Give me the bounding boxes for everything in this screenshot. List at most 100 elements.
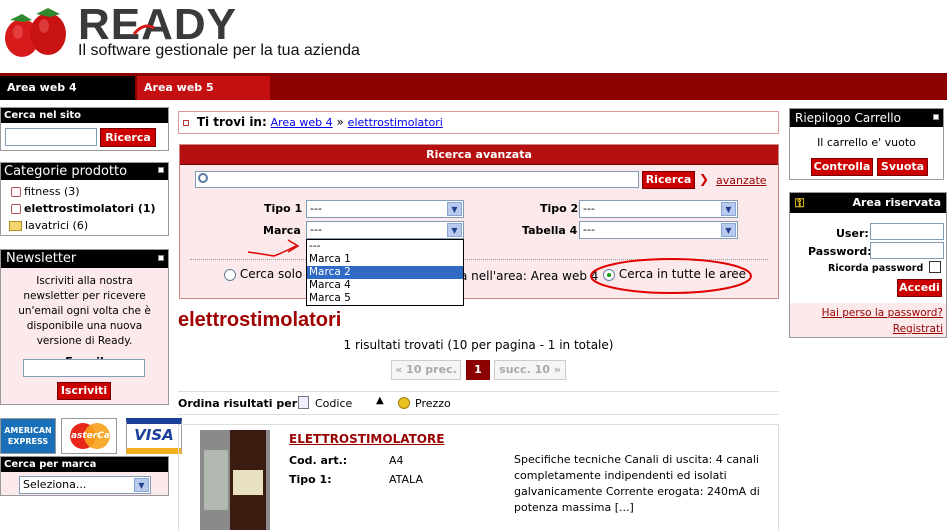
tipo1-select[interactable]: --- ▼ [306, 200, 464, 218]
site-search-button[interactable]: Ricerca [100, 128, 156, 147]
remember-password-label: Ricorda password [828, 263, 924, 274]
search-icon [198, 173, 208, 183]
product-name-link[interactable]: ELETTROSTIMOLATORE [289, 432, 444, 446]
collapse-icon[interactable] [158, 167, 164, 173]
product-type-value: ATALA [389, 473, 423, 486]
category-item-elettrostimolatori[interactable]: elettrostimolatori (1) [11, 202, 156, 215]
chevron-down-icon: ▼ [134, 478, 149, 492]
results-count: 1 risultati trovati (10 per pagina - 1 i… [343, 338, 614, 352]
reserved-area-title-text: Area riservata [852, 196, 941, 209]
document-icon [298, 396, 309, 409]
cart-empty-text: Il carrello e' vuoto [817, 136, 916, 149]
sort-by-prezzo[interactable]: Prezzo [415, 397, 451, 410]
tipo2-select[interactable]: --- ▼ [579, 200, 738, 218]
marca-dropdown-list[interactable]: --- Marca 1 Marca 2 Marca 4 Marca 5 [306, 239, 464, 306]
categories-title: Categorie prodotto [1, 163, 168, 180]
newsletter-title-text: Newsletter [6, 251, 77, 266]
breadcrumb-link-area-web-4[interactable]: Area web 4 [271, 116, 333, 129]
newsletter-email-input[interactable] [23, 359, 145, 377]
advanced-search-button[interactable]: Ricerca [642, 171, 695, 189]
reserved-area-title: ⚿ Area riservata [790, 193, 946, 213]
dropdown-option[interactable]: Marca 4 [307, 279, 463, 292]
tab-area-web-5[interactable]: Area web 5 [137, 76, 270, 100]
login-button[interactable]: Accedi [897, 279, 942, 297]
cart-check-button[interactable]: Controlla [811, 158, 873, 176]
tipo1-select-value: --- [310, 202, 322, 215]
tabella4-select-value: --- [583, 223, 595, 236]
visa-card-icon: VISA [126, 418, 182, 454]
amex-card-label: AMERICAN EXPRESS [4, 426, 52, 446]
chevron-down-icon: ▼ [721, 223, 736, 237]
advanced-toggle-link[interactable]: avanzate [716, 174, 767, 187]
category-item-lavatrici[interactable]: lavatrici (6) [9, 219, 88, 232]
dropdown-option-selected[interactable]: Marca 2 [307, 266, 463, 279]
pagination-current-page[interactable]: 1 [466, 360, 490, 380]
chevron-down-icon: ▼ [447, 223, 462, 237]
category-label: lavatrici (6) [25, 219, 89, 232]
password-input[interactable] [870, 242, 944, 259]
tab-area-web-4[interactable]: Area web 4 [0, 76, 135, 100]
product-image[interactable] [200, 430, 270, 530]
site-search-title: Cerca nel sito [1, 108, 168, 123]
product-code-value: A4 [389, 454, 404, 467]
marca-select-value: --- [310, 223, 322, 236]
radio-current-category[interactable]: Cerca solo i [224, 267, 309, 281]
reserved-area-box: ⚿ Area riservata User: Password: Ricorda… [789, 192, 947, 338]
breadcrumb-link-elettrostimolatori[interactable]: elettrostimolatori [348, 116, 443, 129]
category-label: fitness (3) [24, 185, 80, 198]
brand-accent-icon [132, 24, 155, 35]
visa-card-label: VISA [134, 426, 174, 444]
remember-password-checkbox[interactable] [929, 261, 941, 273]
pagination-next[interactable]: succ. 10 » [494, 360, 566, 380]
category-checkbox-icon [11, 187, 21, 197]
mastercard-icon: MasterCard [61, 418, 117, 454]
collapse-icon[interactable] [933, 114, 939, 120]
tipo1-label: Tipo 1 [264, 202, 303, 215]
user-input[interactable] [870, 223, 944, 240]
dropdown-option[interactable]: Marca 1 [307, 253, 463, 266]
collapse-icon[interactable] [158, 255, 164, 261]
breadcrumb-separator: » [336, 115, 344, 129]
categories-title-text: Categorie prodotto [4, 164, 128, 179]
sort-label: Ordina risultati per: [178, 397, 302, 410]
forgot-password-link[interactable]: Hai perso la password? [790, 307, 943, 319]
tagline: Il software gestionale per la tua aziend… [78, 42, 360, 59]
cart-title: Riepilogo Carrello [790, 109, 943, 127]
categories-box: Categorie prodotto fitness (3) elettrost… [0, 162, 169, 236]
coin-icon [398, 397, 410, 409]
brand-search-title: Cerca per marca [1, 457, 168, 472]
tabella4-label: Tabella 4 [522, 224, 578, 237]
site-search-input[interactable] [5, 128, 97, 146]
product-description: Specifiche tecniche Canali di uscita: 4 … [514, 453, 760, 514]
sort-ascending-icon[interactable]: ▲ [376, 395, 384, 406]
password-label: Password: [808, 245, 872, 258]
marca-select[interactable]: --- ▼ [306, 221, 464, 239]
brand-select-value: Seleziona... [23, 478, 87, 491]
tipo2-label: Tipo 2 [540, 202, 579, 215]
amex-card-icon: AMERICAN EXPRESS [0, 418, 56, 454]
cart-empty-button[interactable]: Svuota [877, 158, 928, 176]
pagination-prev[interactable]: « 10 prec. [391, 360, 461, 380]
brand-select[interactable]: Seleziona... ▼ [19, 476, 151, 494]
newsletter-title: Newsletter [1, 250, 168, 268]
radio-current-area[interactable]: a nell'area: Area web 4 [460, 269, 598, 283]
tabella4-select[interactable]: --- ▼ [579, 221, 738, 239]
sort-by-codice[interactable]: Codice [315, 397, 352, 410]
register-link[interactable]: Registrati [790, 323, 943, 335]
radio-icon [224, 268, 236, 281]
breadcrumb-prefix: Ti trovi in: [196, 115, 267, 129]
tipo2-select-value: --- [583, 202, 595, 215]
category-checkbox-icon [11, 204, 21, 214]
mastercard-label: MasterCard [62, 431, 117, 441]
radio-current-category-label: Cerca solo i [239, 267, 310, 281]
subscribe-button[interactable]: Iscriviti [57, 382, 111, 400]
category-item-fitness[interactable]: fitness (3) [11, 185, 80, 198]
dropdown-option[interactable]: --- [307, 240, 463, 253]
dropdown-option[interactable]: Marca 5 [307, 292, 463, 305]
key-icon: ⚿ [795, 196, 805, 210]
cart-title-text: Riepilogo Carrello [795, 111, 901, 125]
strawberry-logo-icon [5, 8, 66, 57]
annotation-arrow [247, 239, 300, 257]
advanced-search-input[interactable] [195, 171, 639, 188]
folder-icon [9, 221, 22, 231]
